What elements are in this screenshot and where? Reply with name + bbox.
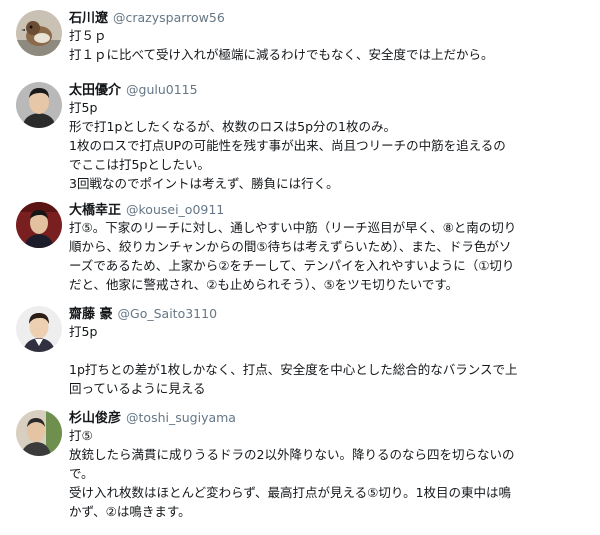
avatar[interactable] — [16, 410, 62, 456]
tweet-line: 打5p — [69, 100, 98, 115]
avatar[interactable] — [16, 306, 62, 352]
tweet-line: 打5p — [69, 324, 98, 339]
tweet-line: 受け入れ枚数はほとんど変わらず、最高打点が見える⑤切り。1枚目の東中は鳴 — [69, 485, 512, 500]
tweet-line: 打１ｐに比べて受け入れが極端に減るわけでもなく、安全度では上だから。 — [69, 47, 494, 62]
user-name[interactable]: 石川遼 — [69, 11, 108, 26]
user-name[interactable]: 齋藤 豪 — [69, 307, 113, 322]
tweet-line: 順から、絞りカンチャンからの間⑤待ちは考えずらいため）、また、ドラ色がソ — [69, 239, 512, 254]
tweet-line: 形で打1pとしたくなるが、枚数のロスは5p分の1枚のみ。 — [69, 119, 396, 134]
person-avatar-icon — [16, 202, 62, 248]
tweet-line: かず、②は鳴きます。 — [69, 504, 191, 519]
tweet-text: 打5p 形で打1pとしたくなるが、枚数のロスは5p分の1枚のみ。 1枚のロスで打… — [69, 98, 589, 193]
person-avatar-icon — [16, 82, 62, 128]
tweet-line: 3回戦なのでポイントは考えず、勝負には行く。 — [69, 176, 339, 191]
tweet-line: 打⑤ — [69, 428, 93, 443]
tweet-line: だと、他家に警戒され、②も止められそう）、⑤をツモ切りたいです。 — [69, 277, 459, 292]
user-name[interactable]: 太田優介 — [69, 83, 121, 98]
person-avatar-icon — [16, 306, 62, 352]
tweet-line: 放銃したら満貫に成りうるドラの2以外降りない。降りるのなら四を切らないの — [69, 447, 515, 462]
tweet-line: 打５ｐ — [69, 28, 107, 43]
user-handle[interactable]: @crazysparrow56 — [113, 10, 225, 25]
tweet-line — [69, 341, 589, 360]
sparrow-avatar-icon — [16, 10, 62, 56]
person-avatar-icon — [16, 410, 62, 456]
tweet-line: 回っているように見える — [69, 381, 206, 396]
tweet-text: 打⑤。下家のリーチに対し、通しやすい中筋（リーチ巡目が早く、⑧と南の切り 順から… — [69, 218, 589, 294]
tweet-line: でここは打5pとしたい。 — [69, 157, 210, 172]
user-handle[interactable]: @kousei_o0911 — [126, 202, 224, 217]
tweet-line: で。 — [69, 466, 94, 481]
tweet-text: 打5p 1p打ちとの差が1枚しかなく、打点、安全度を中心とした総合的なバランスで… — [69, 322, 589, 398]
user-handle[interactable]: @gulu0115 — [126, 82, 198, 97]
avatar[interactable] — [16, 10, 62, 56]
tweet-line: 1p打ちとの差が1枚しかなく、打点、安全度を中心とした総合的なバランスで上 — [69, 362, 518, 377]
tweet-line: 1枚のロスで打点UPの可能性を残す事が出来、尚且つリーチの中筋を追えるの — [69, 138, 506, 153]
avatar[interactable] — [16, 202, 62, 248]
user-name[interactable]: 大橋幸正 — [69, 203, 121, 218]
tweet-line: 打⑤。下家のリーチに対し、通しやすい中筋（リーチ巡目が早く、⑧と南の切り — [69, 220, 517, 235]
user-name[interactable]: 杉山俊彦 — [69, 411, 121, 426]
avatar[interactable] — [16, 82, 62, 128]
user-handle[interactable]: @toshi_sugiyama — [126, 410, 236, 425]
tweet-text: 打５ｐ 打１ｐに比べて受け入れが極端に減るわけでもなく、安全度では上だから。 — [69, 26, 589, 64]
user-handle[interactable]: @Go_Saito3110 — [118, 306, 218, 321]
tweet-line: ーズであるため、上家から②をチーして、テンパイを入れやすいように（①切り — [69, 258, 515, 273]
tweet-text: 打⑤ 放銃したら満貫に成りうるドラの2以外降りない。降りるのなら四を切らないの … — [69, 426, 589, 521]
